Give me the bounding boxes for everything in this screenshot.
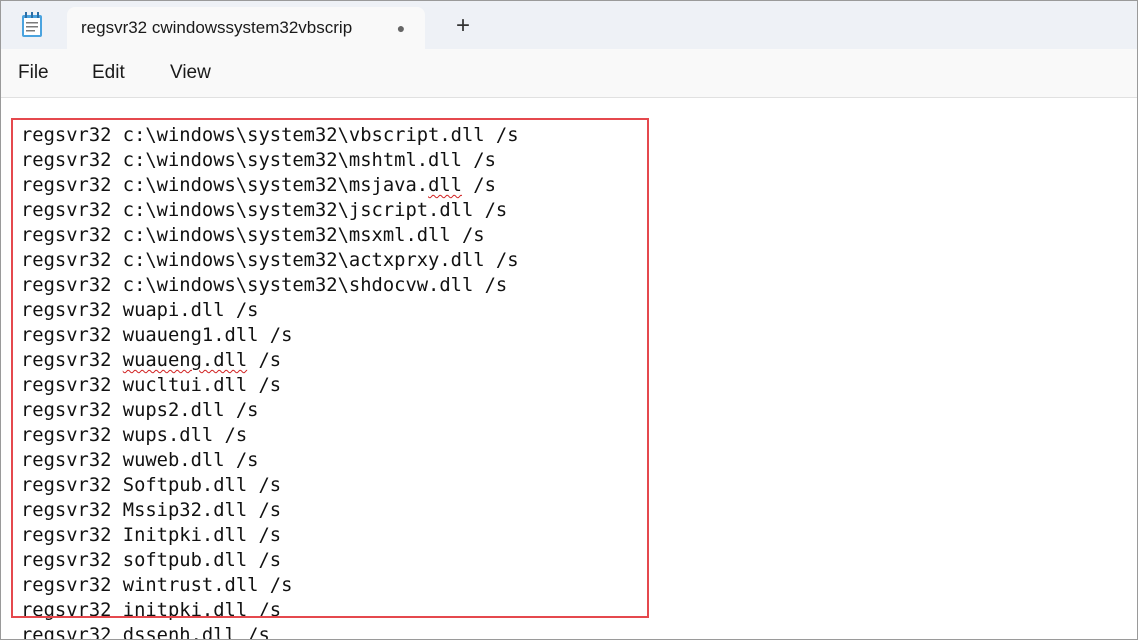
tab-title: regsvr32 cwindowssystem32vbscrip [81,18,353,37]
text-line: regsvr32 Mssip32.dll /s [21,498,519,523]
line-text-suffix: /s [461,175,496,196]
line-text: regsvr32 c:\windows\system32\vbscript.dl… [21,125,519,146]
line-text: regsvr32 Mssip32.dll /s [21,500,282,521]
text-line: regsvr32 c:\windows\system32\jscript.dll… [21,198,519,223]
line-text: regsvr32 c:\windows\system32\actxprxy.dl… [21,250,519,271]
editor-lines: regsvr32 c:\windows\system32\vbscript.dl… [21,123,519,639]
new-tab-button[interactable]: + [449,11,477,41]
text-line: regsvr32 softpub.dll /s [21,548,519,573]
line-text: regsvr32 initpki.dll /s [21,600,282,621]
line-text: regsvr32 c:\windows\system32\msjava. [21,175,429,196]
line-text: regsvr32 c:\windows\system32\jscript.dll… [21,200,508,221]
menu-bar: File Edit View [1,49,1137,98]
menu-view[interactable]: View [170,61,211,85]
line-text: regsvr32 Initpki.dll /s [21,525,282,546]
text-line: regsvr32 Initpki.dll /s [21,523,519,548]
text-line: regsvr32 c:\windows\system32\msjava.dll … [21,173,519,198]
text-line: regsvr32 initpki.dll /s [21,598,519,623]
line-text: regsvr32 wuapi.dll /s [21,300,259,321]
text-line: regsvr32 wuweb.dll /s [21,448,519,473]
menu-file[interactable]: File [18,61,49,85]
text-line: regsvr32 wintrust.dll /s [21,573,519,598]
text-line: regsvr32 c:\windows\system32\msxml.dll /… [21,223,519,248]
text-line: regsvr32 c:\windows\system32\vbscript.dl… [21,123,519,148]
line-text: regsvr32 wuweb.dll /s [21,450,259,471]
line-text: regsvr32 wintrust.dll /s [21,575,293,596]
text-editor[interactable]: regsvr32 c:\windows\system32\vbscript.dl… [1,98,1137,639]
line-text: regsvr32 c:\windows\system32\msxml.dll /… [21,225,485,246]
line-text: regsvr32 wups2.dll /s [21,400,259,421]
text-line: regsvr32 c:\windows\system32\shdocvw.dll… [21,273,519,298]
text-line: regsvr32 c:\windows\system32\actxprxy.dl… [21,248,519,273]
line-text: regsvr32 wucltui.dll /s [21,375,282,396]
text-line: regsvr32 dssenh.dll /s [21,623,519,639]
title-bar: regsvr32 cwindowssystem32vbscrip ● + [1,1,1137,49]
line-text: regsvr32 dssenh.dll /s [21,625,270,639]
text-line: regsvr32 wuaueng.dll /s [21,348,519,373]
line-text-suffix: /s [247,350,282,371]
notepad-window: regsvr32 cwindowssystem32vbscrip ● + Fil… [0,0,1138,640]
text-line: regsvr32 wups.dll /s [21,423,519,448]
line-text: regsvr32 [21,350,123,371]
text-line: regsvr32 Softpub.dll /s [21,473,519,498]
text-line: regsvr32 wups2.dll /s [21,398,519,423]
misspelled-word: dll [428,175,462,196]
document-tab[interactable]: regsvr32 cwindowssystem32vbscrip ● [67,7,425,49]
text-line: regsvr32 c:\windows\system32\mshtml.dll … [21,148,519,173]
line-text: regsvr32 softpub.dll /s [21,550,282,571]
text-line: regsvr32 wuapi.dll /s [21,298,519,323]
line-text: regsvr32 wuaueng1.dll /s [21,325,293,346]
line-text: regsvr32 c:\windows\system32\mshtml.dll … [21,150,496,171]
unsaved-indicator-icon[interactable]: ● [391,18,411,38]
notepad-icon [21,12,43,38]
line-text: regsvr32 wups.dll /s [21,425,248,446]
text-line: regsvr32 wucltui.dll /s [21,373,519,398]
text-line: regsvr32 wuaueng1.dll /s [21,323,519,348]
line-text: regsvr32 c:\windows\system32\shdocvw.dll… [21,275,508,296]
line-text: regsvr32 Softpub.dll /s [21,475,282,496]
misspelled-word: wuaueng.dll [122,350,248,371]
menu-edit[interactable]: Edit [92,61,125,85]
